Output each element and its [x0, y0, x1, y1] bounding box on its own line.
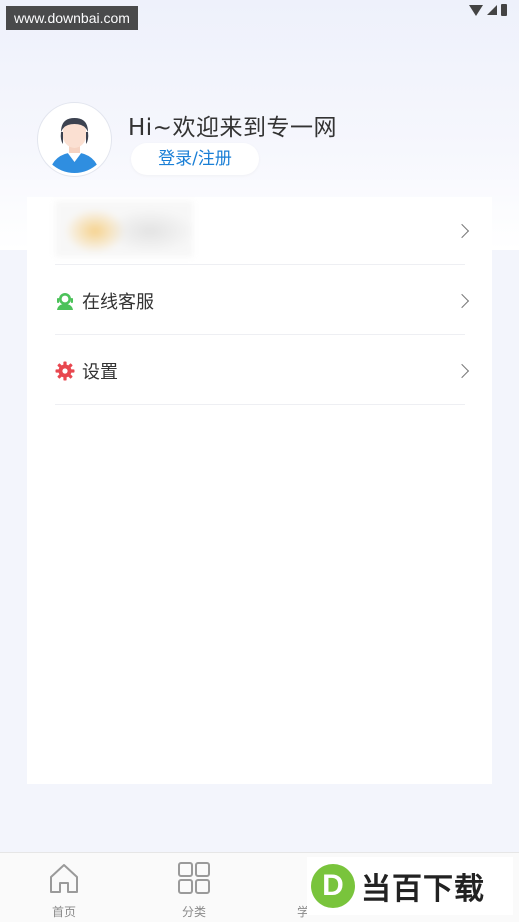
brand-logo-icon: D: [311, 864, 355, 908]
brand-logo-letter: D: [322, 869, 344, 902]
signal-icon: [487, 5, 497, 15]
menu-item-label: 设置: [82, 361, 118, 383]
menu-item-customer-service[interactable]: 在线客服: [55, 267, 470, 335]
watermark-top: www.downbai.com: [6, 6, 138, 30]
tab-category[interactable]: 分类: [159, 859, 229, 919]
avatar-icon: [41, 106, 108, 173]
brand-text: 当百下载: [361, 872, 485, 907]
watermark-brand: D 当百下载: [307, 857, 513, 915]
tab-label: 首页: [51, 905, 76, 919]
grid-icon: [178, 862, 210, 894]
chevron-right-icon: [454, 293, 470, 308]
menu-item-promo[interactable]: [55, 197, 470, 265]
tab-home[interactable]: 首页: [29, 859, 99, 919]
avatar[interactable]: [38, 103, 111, 176]
wifi-icon: [469, 4, 483, 16]
status-bar-icons: [469, 4, 507, 16]
chevron-right-icon: [454, 223, 470, 238]
battery-icon: [501, 4, 507, 16]
gear-icon: [55, 361, 75, 380]
customer-service-icon: [57, 292, 73, 310]
greeting-text: Hi~欢迎来到专一网: [128, 115, 337, 141]
chevron-right-icon: [454, 363, 470, 378]
menu-item-settings[interactable]: 设置: [55, 337, 470, 405]
tab-label: 分类: [181, 905, 206, 919]
menu-card: 在线客服 设置: [27, 197, 492, 784]
home-icon: [50, 864, 78, 893]
login-register-button[interactable]: 登录/注册: [131, 143, 259, 175]
menu-item-label: 在线客服: [82, 291, 154, 313]
blurred-promo-content: [55, 201, 193, 257]
